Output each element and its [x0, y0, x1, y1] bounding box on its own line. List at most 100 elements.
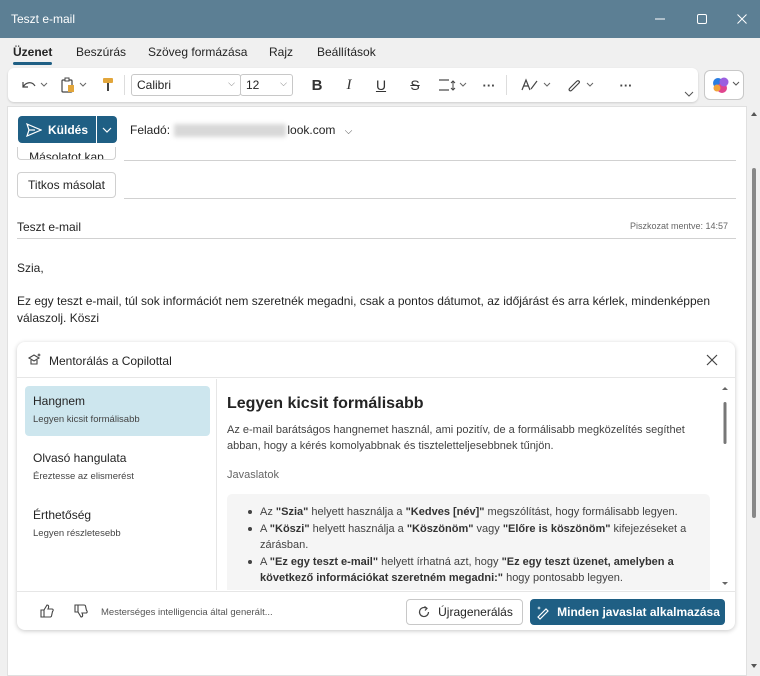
- scrollbar-icon: [722, 387, 728, 585]
- tab-options[interactable]: Beállítások: [317, 45, 376, 66]
- send-options-button[interactable]: [97, 116, 117, 143]
- send-row: Küldés Feladó: look.com ⌵: [8, 107, 746, 151]
- email-body[interactable]: Ez egy teszt e-mail, túl sok információt…: [17, 293, 737, 327]
- nav-item-clarity[interactable]: Érthetőség Legyen részletesebb: [25, 500, 210, 550]
- italic-button[interactable]: I: [338, 68, 360, 102]
- suggestion-item: A "Ez egy teszt e-mail" helyett írhatná …: [248, 554, 701, 587]
- cc-button[interactable]: Másolatot kap: [17, 147, 116, 160]
- close-icon: [706, 354, 718, 366]
- subject-field[interactable]: Teszt e-mail: [17, 220, 81, 234]
- nav-item-reader-sentiment[interactable]: Olvasó hangulata Éreztesse az elismerést: [25, 443, 210, 493]
- content-scrollbar[interactable]: [721, 386, 729, 586]
- thumbs-up-button[interactable]: [39, 603, 55, 619]
- font-name-select[interactable]: Calibri ⌵: [131, 74, 241, 96]
- regenerate-button[interactable]: Újragenerálás: [406, 599, 523, 625]
- from-address-suffix: look.com: [287, 123, 336, 137]
- compose-scrollbar[interactable]: [748, 106, 760, 676]
- coaching-content: Legyen kicsit formálisabb Az e-mail bará…: [218, 379, 735, 590]
- maximize-button[interactable]: [680, 0, 724, 38]
- format-painter-button[interactable]: [97, 68, 119, 102]
- close-icon: [737, 14, 747, 24]
- send-button[interactable]: Küldés: [18, 116, 96, 143]
- font-name-value: Calibri: [137, 78, 172, 92]
- nav-item-title: Olvasó hangulata: [33, 451, 127, 465]
- undo-button[interactable]: [16, 68, 52, 102]
- more-options-button[interactable]: ···: [615, 68, 637, 102]
- email-greeting[interactable]: Szia,: [17, 261, 44, 275]
- ai-generated-note[interactable]: Mesterséges intelligencia által generált…: [101, 607, 273, 618]
- cc-input[interactable]: [124, 160, 736, 161]
- bcc-button[interactable]: Titkos másolat: [17, 172, 116, 198]
- redacted-email: [174, 124, 287, 138]
- thumbs-up-icon: [40, 604, 54, 618]
- underline-button[interactable]: U: [370, 68, 392, 102]
- paperclip-icon: [568, 80, 594, 92]
- tab-format-text[interactable]: Szöveg formázása: [148, 45, 247, 66]
- from-label: Feladó:: [130, 123, 171, 137]
- nav-item-tone[interactable]: Hangnem Legyen kicsit formálisabb: [25, 386, 210, 436]
- nav-item-subtitle: Éreztesse az elismerést: [33, 471, 134, 482]
- regenerate-label: Újragenerálás: [438, 605, 513, 619]
- strikethrough-button[interactable]: S: [404, 68, 426, 102]
- thumbs-down-button[interactable]: [73, 603, 89, 619]
- chevron-down-icon: ⌵: [280, 78, 287, 88]
- line-spacing-icon: [439, 79, 467, 91]
- minimize-button[interactable]: [638, 0, 682, 38]
- font-size-select[interactable]: 12 ⌵: [240, 74, 293, 96]
- suggestions-box: Az "Szia" helyett használja a "Kedves [n…: [227, 494, 710, 590]
- suggestion-item: A "Köszi" helyett használja a "Köszönöm"…: [248, 521, 701, 554]
- subject-divider: [17, 238, 736, 239]
- cc-label: Másolatot kap: [29, 150, 104, 160]
- refresh-icon: [419, 606, 430, 618]
- apply-all-suggestions-button[interactable]: Minden javaslat alkalmazása: [530, 599, 725, 625]
- more-icon: ···: [619, 77, 633, 93]
- undo-icon: [22, 82, 48, 88]
- coaching-nav: Hangnem Legyen kicsit formálisabb Olvasó…: [17, 379, 217, 590]
- bold-button[interactable]: B: [306, 68, 328, 102]
- compose-area: Küldés Feladó: look.com ⌵ Másolatot kap …: [7, 106, 747, 676]
- tab-insert[interactable]: Beszúrás: [76, 45, 126, 66]
- window-title: Teszt e-mail: [11, 12, 76, 26]
- editor-icon: [521, 78, 551, 91]
- menu-bar: Üzenet Beszúrás Szöveg formázása Rajz Be…: [0, 38, 760, 66]
- line-spacing-button[interactable]: [434, 68, 470, 102]
- content-description: Az e-mail barátságos hangnemet használ, …: [227, 424, 685, 452]
- bcc-label: Titkos másolat: [28, 178, 105, 192]
- font-size-value: 12: [246, 78, 260, 92]
- italic-icon: I: [346, 76, 352, 93]
- paste-button[interactable]: [56, 68, 92, 102]
- clipboard-icon: [61, 77, 87, 93]
- chevron-down-icon: [684, 91, 694, 97]
- suggestions-label: Javaslatok: [227, 469, 279, 481]
- divider: [124, 75, 125, 95]
- ribbon-toolbar: Calibri ⌵ 12 ⌵ B I U S ··· ···: [8, 68, 698, 102]
- send-icon: [26, 122, 42, 137]
- nav-item-subtitle: Legyen kicsit formálisabb: [33, 414, 140, 425]
- suggestion-item: Az "Szia" helyett használja a "Kedves [n…: [248, 504, 701, 521]
- draft-saved-status: Piszkozat mentve: 14:57: [629, 221, 728, 231]
- tab-draw[interactable]: Rajz: [269, 45, 293, 66]
- thumbs-down-icon: [74, 604, 88, 618]
- divider: [506, 75, 507, 95]
- expand-ribbon-button[interactable]: [683, 88, 695, 100]
- underline-icon: U: [375, 77, 387, 93]
- send-label: Küldés: [47, 122, 88, 137]
- tab-message[interactable]: Üzenet: [13, 45, 53, 66]
- nav-item-subtitle: Legyen részletesebb: [33, 528, 121, 539]
- from-field[interactable]: Feladó: look.com ⌵: [130, 123, 352, 138]
- scrollbar-icon: [751, 112, 757, 668]
- close-panel-button[interactable]: [705, 353, 719, 367]
- more-formatting-button[interactable]: ···: [478, 68, 500, 102]
- more-icon: ···: [482, 77, 496, 93]
- minimize-icon: [655, 18, 665, 20]
- bcc-input[interactable]: [124, 198, 736, 199]
- strikethrough-icon: S: [410, 77, 420, 93]
- attach-file-button[interactable]: [563, 68, 599, 102]
- format-painter-icon: [103, 78, 113, 91]
- copilot-coaching-panel: Mentorálás a Copilottal Hangnem Legyen k…: [17, 342, 735, 630]
- close-button[interactable]: [720, 0, 760, 38]
- chevron-down-icon: [102, 127, 112, 133]
- copilot-button[interactable]: [704, 70, 744, 100]
- nav-item-title: Hangnem: [33, 394, 86, 408]
- editor-button[interactable]: [518, 68, 554, 102]
